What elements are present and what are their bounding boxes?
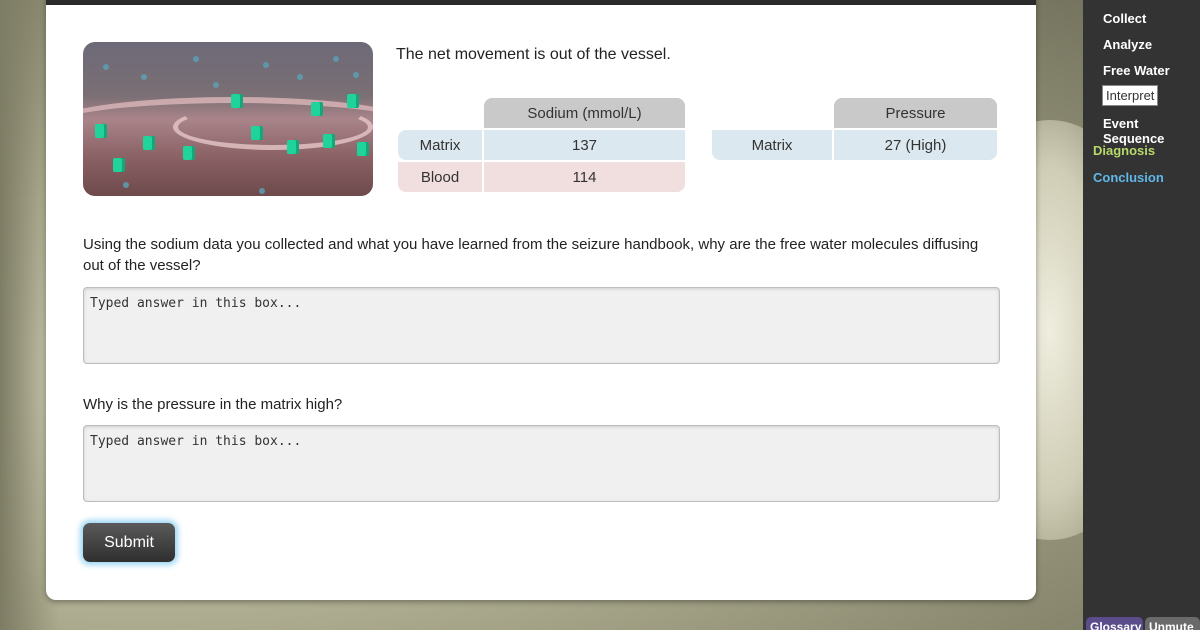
content-card: The net movement is out of the vessel. S…	[46, 0, 1036, 600]
sodium-header: Sodium (mmol/L)	[484, 98, 685, 128]
question-sodium: Using the sodium data you collected and …	[83, 236, 979, 274]
unmute-tab[interactable]: Unmute	[1145, 617, 1200, 630]
sidebar-item-interpret[interactable]: Interpret	[1102, 85, 1159, 106]
sidebar-item-collect[interactable]: Collect	[1103, 11, 1146, 26]
sodium-blood-value: 114	[484, 162, 685, 192]
pressure-header: Pressure	[834, 98, 997, 128]
sidebar-item-free-water[interactable]: Free Water	[1103, 63, 1170, 78]
sodium-matrix-value: 137	[484, 130, 685, 160]
sidebar-item-diagnosis[interactable]: Diagnosis	[1093, 143, 1155, 158]
sidebar-item-analyze[interactable]: Analyze	[1103, 37, 1152, 52]
sidebar-nav: Collect Analyze Free Water Interpret Eve…	[1083, 0, 1200, 630]
net-movement-text: The net movement is out of the vessel.	[396, 46, 671, 63]
pressure-matrix-label: Matrix	[712, 130, 832, 160]
answer-pressure-field[interactable]	[83, 425, 1000, 502]
sodium-matrix-label: Matrix	[398, 130, 482, 160]
submit-button[interactable]: Submit	[83, 523, 175, 562]
vessel-illustration	[83, 42, 373, 196]
sodium-table: Sodium (mmol/L) Matrix 137 Blood 114	[396, 96, 687, 194]
answer-sodium-field[interactable]	[83, 287, 1000, 364]
pressure-table: Pressure Matrix 27 (High)	[710, 96, 999, 162]
sidebar-item-conclusion[interactable]: Conclusion	[1093, 170, 1164, 185]
glossary-tab[interactable]: Glossary	[1086, 617, 1143, 630]
sodium-blood-label: Blood	[398, 162, 482, 192]
sidebar-item-event-sequence[interactable]: Event Sequence	[1103, 116, 1200, 146]
question-pressure: Why is the pressure in the matrix high?	[83, 396, 343, 413]
pressure-matrix-value: 27 (High)	[834, 130, 997, 160]
